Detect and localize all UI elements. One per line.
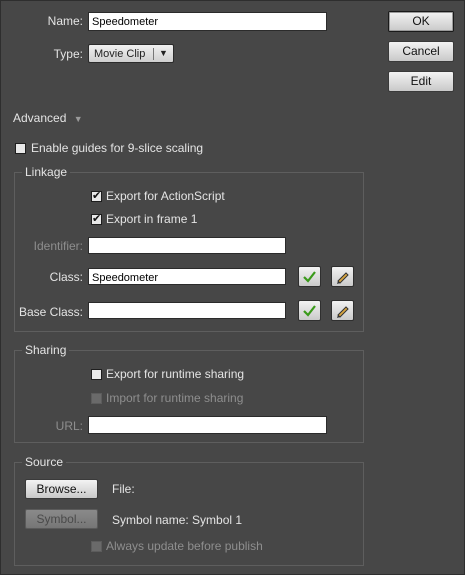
triangle-down-icon: ▼ — [73, 114, 83, 124]
export-runtime-checkbox[interactable] — [91, 369, 102, 380]
cancel-button[interactable]: Cancel — [388, 41, 454, 62]
type-select-divider — [153, 48, 154, 60]
edit-button[interactable]: Edit — [388, 71, 454, 92]
export-frame1-checkbox[interactable]: ✔ — [91, 213, 102, 225]
validate-base-class-button[interactable] — [298, 300, 321, 321]
sharing-title: Sharing — [22, 343, 70, 357]
base-class-label: Base Class: — [18, 305, 83, 319]
checkmark-icon: ✔ — [92, 190, 102, 202]
symbol-properties-dialog: Name: Speedometer Type: Movie Clip ▼ OK … — [0, 0, 465, 575]
browse-button[interactable]: Browse... — [25, 479, 98, 499]
class-input[interactable]: Speedometer — [88, 268, 286, 285]
advanced-toggle[interactable]: Advanced ▼ — [13, 111, 83, 125]
type-label: Type: — [53, 47, 83, 61]
nine-slice-label: Enable guides for 9-slice scaling — [31, 141, 204, 155]
advanced-label: Advanced — [13, 111, 67, 125]
ok-button[interactable]: OK — [388, 11, 454, 32]
validate-class-button[interactable] — [298, 266, 321, 287]
symbol-button[interactable]: Symbol... — [25, 509, 98, 529]
export-actionscript-label: Export for ActionScript — [106, 189, 225, 203]
import-runtime-label: Import for runtime sharing — [106, 391, 244, 405]
export-frame1-label: Export in frame 1 — [106, 212, 198, 226]
import-runtime-checkbox[interactable] — [91, 393, 102, 404]
check-icon — [303, 305, 316, 317]
source-title: Source — [22, 455, 67, 469]
pencil-icon — [337, 272, 349, 284]
type-select-value: Movie Clip — [94, 48, 146, 60]
always-update-checkbox[interactable] — [91, 541, 102, 552]
check-icon — [303, 271, 316, 283]
name-input[interactable]: Speedometer — [88, 12, 327, 31]
identifier-label: Identifier: — [33, 239, 83, 253]
edit-class-button[interactable] — [331, 266, 354, 287]
symbol-name-label: Symbol name: Symbol 1 — [112, 513, 243, 527]
url-input[interactable] — [88, 416, 327, 434]
edit-base-class-button[interactable] — [331, 300, 354, 321]
linkage-title: Linkage — [22, 165, 71, 179]
type-select[interactable]: Movie Clip ▼ — [88, 44, 174, 63]
identifier-input[interactable] — [88, 237, 286, 254]
checkmark-icon: ✔ — [92, 213, 102, 225]
chevron-down-icon: ▼ — [159, 48, 168, 58]
base-class-input[interactable] — [88, 302, 286, 319]
url-label: URL: — [55, 419, 83, 433]
always-update-label: Always update before publish — [106, 539, 263, 553]
name-label: Name: — [47, 14, 83, 28]
nine-slice-checkbox[interactable] — [15, 143, 26, 154]
pencil-icon — [337, 306, 349, 318]
export-runtime-label: Export for runtime sharing — [106, 367, 245, 381]
file-label: File: — [112, 482, 135, 496]
class-label: Class: — [49, 270, 83, 284]
export-actionscript-checkbox[interactable]: ✔ — [91, 190, 102, 202]
